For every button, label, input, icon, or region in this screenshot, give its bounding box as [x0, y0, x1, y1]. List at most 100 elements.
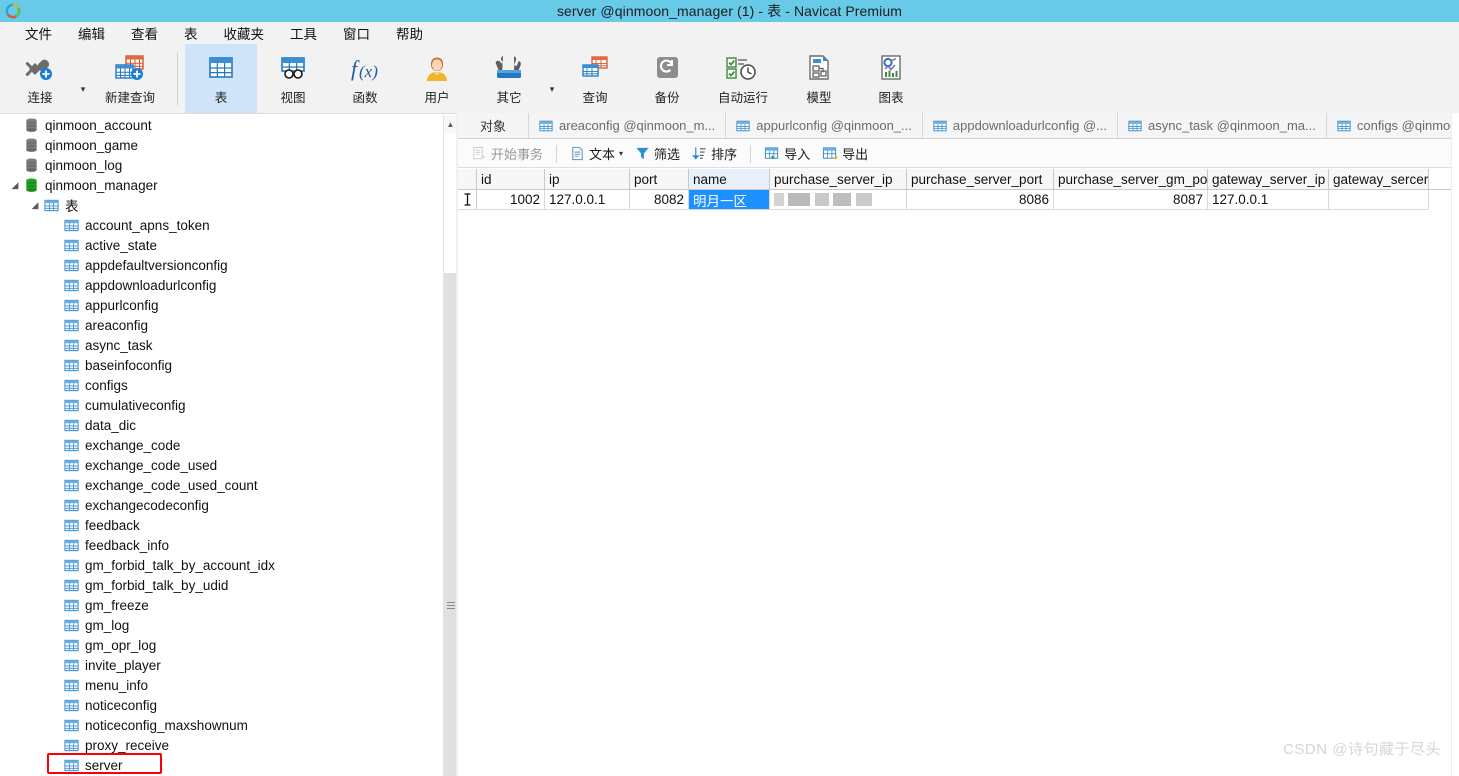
- tree-node-gm-forbid-talk-by-udid[interactable]: gm_forbid_talk_by_udid: [0, 575, 443, 595]
- tree-node-appurlconfig[interactable]: appurlconfig: [0, 295, 443, 315]
- grid-toolbar-filter[interactable]: 筛选: [629, 142, 686, 165]
- chevron-down-icon[interactable]: ▾: [619, 149, 623, 158]
- column-header-purchase_server_gm_port[interactable]: purchase_server_gm_port: [1054, 169, 1208, 189]
- object-tab-strip[interactable]: 对象 areaconfig @qinmoon_m... appurlconfig …: [458, 113, 1459, 139]
- cell-ip[interactable]: 127.0.0.1: [545, 190, 630, 210]
- tree-node-active-state[interactable]: active_state: [0, 235, 443, 255]
- tree-node-gm-opr-log[interactable]: gm_opr_log: [0, 635, 443, 655]
- grid-toolbar-import[interactable]: 导入: [758, 142, 816, 165]
- data-grid-body[interactable]: 1002 127.0.0.1 8082 明月一区 8086 8087 127.0.0.1: [458, 190, 1459, 210]
- grid-toolbar-export[interactable]: 导出: [816, 142, 874, 165]
- tree-node-feedback[interactable]: feedback: [0, 515, 443, 535]
- grid-toolbar[interactable]: 开始事务 文本 ▾ 筛选 排序 导入 导出: [458, 140, 1459, 168]
- tree-node-baseinfoconfig[interactable]: baseinfoconfig: [0, 355, 443, 375]
- tree-node-exchangecodeconfig[interactable]: exchangecodeconfig: [0, 495, 443, 515]
- tree-node-configs[interactable]: configs: [0, 375, 443, 395]
- table-icon: [62, 558, 80, 573]
- toolbar-model-button[interactable]: 模型: [783, 44, 855, 113]
- tree-node-exchange-code-used-count[interactable]: exchange_code_used_count: [0, 475, 443, 495]
- cell-name[interactable]: 明月一区: [689, 190, 770, 210]
- column-header-name[interactable]: name: [689, 169, 770, 189]
- menu-edit[interactable]: 编辑: [65, 21, 118, 45]
- toolbar-backup-button[interactable]: 备份: [631, 44, 703, 113]
- tree-node-exchange-code-used[interactable]: exchange_code_used: [0, 455, 443, 475]
- tree-node-cumulativeconfig[interactable]: cumulativeconfig: [0, 395, 443, 415]
- tree-node--[interactable]: ◢ 表: [0, 195, 443, 215]
- column-header-id[interactable]: id: [477, 169, 545, 189]
- chevron-down-icon[interactable]: ◢: [28, 195, 42, 215]
- object-tab[interactable]: appurlconfig @qinmoon_...: [726, 113, 923, 138]
- toolbar-user-button[interactable]: 用户: [401, 44, 473, 113]
- tree-node-exchange-code[interactable]: exchange_code: [0, 435, 443, 455]
- tree-node-menu-info[interactable]: menu_info: [0, 675, 443, 695]
- cell-id[interactable]: 1002: [477, 190, 545, 210]
- other-dropdown-caret-icon[interactable]: ▾: [545, 44, 559, 113]
- object-tab[interactable]: areaconfig @qinmoon_m...: [529, 113, 727, 138]
- chevron-down-icon[interactable]: ◢: [8, 175, 22, 195]
- toolbar-automation-button[interactable]: 自动运行: [703, 44, 783, 113]
- menu-help[interactable]: 帮助: [383, 21, 436, 45]
- tree-node-appdownloadurlconfig[interactable]: appdownloadurlconfig: [0, 275, 443, 295]
- content-vertical-scrollbar[interactable]: [1451, 113, 1459, 776]
- toolbar-chart-button[interactable]: 图表: [855, 44, 927, 113]
- column-header-gateway_server_ip[interactable]: gateway_server_ip: [1208, 169, 1329, 189]
- data-grid-header[interactable]: id ip port name purchase_server_ip purchase_s…: [458, 169, 1459, 190]
- column-header-ip[interactable]: ip: [545, 169, 630, 189]
- menu-table[interactable]: 表: [171, 21, 211, 45]
- tree-node-invite-player[interactable]: invite_player: [0, 655, 443, 675]
- column-header-purchase_server_ip[interactable]: purchase_server_ip: [770, 169, 907, 189]
- menu-tools[interactable]: 工具: [277, 21, 330, 45]
- tree-node-qinmoon-account[interactable]: qinmoon_account: [0, 115, 443, 135]
- tree-node-appdefaultversionconfig[interactable]: appdefaultversionconfig: [0, 255, 443, 275]
- toolbar-view-button[interactable]: 视图: [257, 44, 329, 113]
- toolbar-other-button[interactable]: 其它: [473, 44, 545, 113]
- tree-node-proxy-receive[interactable]: proxy_receive: [0, 735, 443, 755]
- column-header-port[interactable]: port: [630, 169, 689, 189]
- cell-purchase_server_gm_port[interactable]: 8087: [1054, 190, 1208, 210]
- database-tree-panel[interactable]: qinmoon_account qinmoon_game qinmoon_log ◢ q…: [0, 115, 443, 776]
- cell-purchase_server_port[interactable]: 8086: [907, 190, 1054, 210]
- tree-node-qinmoon-manager[interactable]: ◢ qinmoon_manager: [0, 175, 443, 195]
- tree-node-qinmoon-game[interactable]: qinmoon_game: [0, 135, 443, 155]
- tree-node-async-task[interactable]: async_task: [0, 335, 443, 355]
- data-grid[interactable]: id ip port name purchase_server_ip purchase_s…: [458, 169, 1459, 776]
- toolbar-table-button[interactable]: 表: [185, 44, 257, 113]
- grid-toolbar-sort[interactable]: 排序: [686, 142, 743, 165]
- toolbar-new-query-button[interactable]: 新建查询: [90, 44, 170, 113]
- tree-node-server[interactable]: server: [0, 753, 443, 775]
- menu-view[interactable]: 查看: [118, 21, 171, 45]
- toolbar-query-button[interactable]: 查询: [559, 44, 631, 113]
- tree-node-account-apns-token[interactable]: account_apns_token: [0, 215, 443, 235]
- tree-node-gm-freeze[interactable]: gm_freeze: [0, 595, 443, 615]
- table-icon: [62, 618, 80, 633]
- cell-port[interactable]: 8082: [630, 190, 689, 210]
- object-tab[interactable]: async_task @qinmoon_ma...: [1118, 113, 1327, 138]
- tree-node-gm-log[interactable]: gm_log: [0, 615, 443, 635]
- menu-favorites[interactable]: 收藏夹: [211, 21, 278, 45]
- object-tab[interactable]: appdownloadurlconfig @...: [922, 113, 1119, 138]
- menu-window[interactable]: 窗口: [330, 21, 383, 45]
- cell-gateway_sercer_[interactable]: [1329, 190, 1429, 210]
- connection-dropdown-caret-icon[interactable]: ▾: [76, 44, 90, 113]
- table-row[interactable]: 1002 127.0.0.1 8082 明月一区 8086 8087 127.0.0.1: [458, 190, 1459, 210]
- tree-node-data-dic[interactable]: data_dic: [0, 415, 443, 435]
- tree-node-qinmoon-log[interactable]: qinmoon_log: [0, 155, 443, 175]
- database-tree[interactable]: qinmoon_account qinmoon_game qinmoon_log ◢ q…: [0, 115, 443, 775]
- column-header-gateway_sercer_[interactable]: gateway_sercer_: [1329, 169, 1429, 189]
- toolbar-function-button[interactable]: f (x) 函数: [329, 44, 401, 113]
- toolbar-connection-button[interactable]: 连接: [4, 44, 76, 113]
- tree-node-noticeconfig[interactable]: noticeconfig: [0, 695, 443, 715]
- tab-objects[interactable]: 对象: [458, 113, 530, 138]
- tree-node-areaconfig[interactable]: areaconfig: [0, 315, 443, 335]
- grid-toolbar-text[interactable]: 文本 ▾: [564, 142, 629, 165]
- column-header-purchase_server_port[interactable]: purchase_server_port: [907, 169, 1054, 189]
- panel-splitter-grip-icon[interactable]: [447, 602, 455, 610]
- cell-gateway_server_ip[interactable]: 127.0.0.1: [1208, 190, 1329, 210]
- tree-node-noticeconfig-maxshownum[interactable]: noticeconfig_maxshownum: [0, 715, 443, 735]
- menu-file[interactable]: 文件: [12, 21, 65, 45]
- tree-node-gm-forbid-talk-by-account-idx[interactable]: gm_forbid_talk_by_account_idx: [0, 555, 443, 575]
- tree-vertical-scrollbar[interactable]: ▲: [443, 115, 457, 776]
- object-tab[interactable]: configs @qinmoon_mana: [1326, 113, 1459, 138]
- cell-purchase_server_ip[interactable]: [770, 190, 907, 210]
- tree-node-feedback-info[interactable]: feedback_info: [0, 535, 443, 555]
